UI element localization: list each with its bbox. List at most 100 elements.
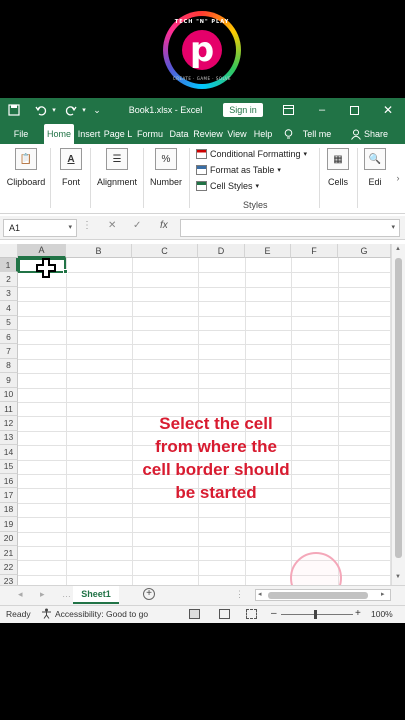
accessibility-status[interactable]: Accessibility: Good to go (55, 609, 148, 619)
row-header[interactable]: 21 (0, 546, 18, 561)
row-header[interactable]: 2 (0, 272, 18, 287)
formula-bar: A1 ▾ ⋮ ✕ ✓ fx ▾ (0, 216, 405, 240)
row-header[interactable]: 6 (0, 330, 18, 345)
horizontal-scrollbar[interactable]: ◂ ▸ (255, 589, 391, 601)
row-header[interactable]: 20 (0, 531, 18, 546)
page-layout-view-icon[interactable] (219, 609, 230, 619)
undo-dropdown-icon[interactable]: ▾ (50, 98, 58, 122)
customize-toolbar-icon[interactable]: ⌄ (92, 98, 102, 122)
scroll-left-icon[interactable]: ◂ (258, 590, 262, 598)
select-all-corner[interactable] (0, 244, 18, 258)
ribbon-scroll-right-icon[interactable]: › (393, 148, 403, 208)
sheet-next-icon[interactable]: ▸ (40, 589, 45, 600)
number-group[interactable]: % Number (148, 148, 184, 187)
column-header-e[interactable]: E (245, 244, 291, 258)
redo-dropdown-icon[interactable]: ▾ (80, 98, 88, 122)
column-header-d[interactable]: D (198, 244, 245, 258)
share-person-icon[interactable] (350, 124, 362, 144)
lightbulb-icon[interactable] (282, 124, 294, 144)
column-header-g[interactable]: G (338, 244, 391, 258)
minimize-icon[interactable]: – (314, 98, 330, 122)
row-header[interactable]: 17 (0, 488, 18, 503)
sheet-more-icon[interactable]: … (62, 589, 71, 599)
row-header[interactable]: 7 (0, 344, 18, 359)
column-header-c[interactable]: C (132, 244, 198, 258)
cancel-icon[interactable]: ✕ (108, 220, 116, 231)
cell-styles-button[interactable]: Cell Styles ▾ (196, 179, 259, 193)
font-color-icon: A (60, 148, 82, 170)
scroll-right-icon[interactable]: ▸ (381, 590, 385, 598)
row-header[interactable]: 1 (0, 258, 18, 273)
row-header[interactable]: 12 (0, 416, 18, 431)
tab-view[interactable]: View (226, 124, 248, 144)
name-box[interactable]: A1 ▾ (3, 219, 77, 237)
row-header[interactable]: 5 (0, 315, 18, 330)
row-header[interactable]: 13 (0, 430, 18, 446)
row-header[interactable]: 16 (0, 474, 18, 489)
column-header-a[interactable]: A (18, 244, 66, 258)
alignment-group[interactable]: ☰ Alignment (95, 148, 139, 187)
scroll-down-icon[interactable]: ▼ (395, 574, 401, 580)
row-header[interactable]: 14 (0, 445, 18, 460)
accessibility-icon[interactable] (41, 608, 52, 621)
zoom-in-icon[interactable]: + (355, 608, 361, 619)
undo-icon[interactable] (32, 98, 50, 122)
editing-group[interactable]: 🔍 Edi (361, 148, 389, 187)
ribbon-home: 📋 Clipboard A Font ☰ Alignment % Number … (0, 144, 405, 214)
tab-help[interactable]: Help (251, 124, 275, 144)
zoom-slider[interactable] (281, 614, 353, 615)
tab-review[interactable]: Review (193, 124, 223, 144)
normal-view-icon[interactable] (189, 609, 200, 619)
tab-formulas[interactable]: Formu (136, 124, 164, 144)
tab-page-layout[interactable]: Page L (104, 124, 132, 144)
format-as-table-button[interactable]: Format as Table ▾ (196, 163, 281, 177)
enter-icon[interactable]: ✓ (133, 220, 141, 231)
conditional-formatting-button[interactable]: Conditional Formatting ▾ (196, 147, 307, 161)
row-header[interactable]: 18 (0, 502, 18, 518)
font-group[interactable]: A Font (56, 148, 86, 187)
zoom-slider-thumb[interactable] (314, 610, 317, 619)
redo-icon[interactable] (62, 98, 80, 122)
column-header-f[interactable]: F (291, 244, 338, 258)
row-header[interactable]: 11 (0, 402, 18, 417)
zoom-out-icon[interactable]: – (271, 608, 277, 619)
table-icon (196, 165, 207, 175)
tab-data[interactable]: Data (168, 124, 190, 144)
share-button[interactable]: Share (362, 124, 390, 144)
row-header[interactable]: 8 (0, 358, 18, 374)
row-header[interactable]: 10 (0, 387, 18, 402)
vertical-scroll-thumb[interactable] (395, 258, 402, 558)
page-break-view-icon[interactable] (246, 609, 257, 619)
vertical-scrollbar[interactable]: ▲ ▼ (391, 244, 405, 585)
row-header[interactable]: 15 (0, 459, 18, 474)
row-header[interactable]: 22 (0, 560, 18, 575)
tab-home[interactable]: Home (44, 124, 74, 144)
spreadsheet-grid[interactable]: A B C D E F G 1 2 3 4 5 6 7 8 9 10 11 12 13 14 15 16 17 1… (0, 244, 405, 604)
close-icon[interactable]: ✕ (380, 98, 396, 122)
fill-handle[interactable] (63, 269, 68, 274)
sheet-tab-sheet1[interactable]: Sheet1 (73, 586, 119, 604)
autosave-icon[interactable] (4, 98, 24, 122)
cells-group[interactable]: ▦ Cells (323, 148, 353, 187)
ribbon-display-icon[interactable] (280, 98, 296, 122)
tab-insert[interactable]: Insert (76, 124, 102, 144)
insert-function-icon[interactable]: fx (160, 220, 168, 231)
row-header[interactable]: 19 (0, 517, 18, 532)
row-header[interactable]: 4 (0, 301, 18, 316)
logo-letter: p (182, 30, 222, 70)
column-header-b[interactable]: B (66, 244, 132, 258)
sheet-prev-icon[interactable]: ◂ (18, 589, 23, 600)
tab-file[interactable]: File (10, 124, 32, 144)
scroll-up-icon[interactable]: ▲ (395, 246, 401, 252)
maximize-icon[interactable] (346, 98, 362, 122)
sign-in-button[interactable]: Sign in (223, 103, 263, 117)
add-sheet-icon[interactable]: + (143, 588, 155, 600)
row-header[interactable]: 9 (0, 373, 18, 388)
clipboard-group[interactable]: 📋 Clipboard (6, 148, 46, 187)
row-header[interactable]: 3 (0, 286, 18, 302)
tell-me-search[interactable]: Tell me (299, 124, 335, 144)
grid-line (18, 330, 390, 331)
zoom-level[interactable]: 100% (371, 609, 393, 619)
formula-input[interactable]: ▾ (180, 219, 400, 237)
horizontal-scroll-thumb[interactable] (268, 592, 368, 599)
